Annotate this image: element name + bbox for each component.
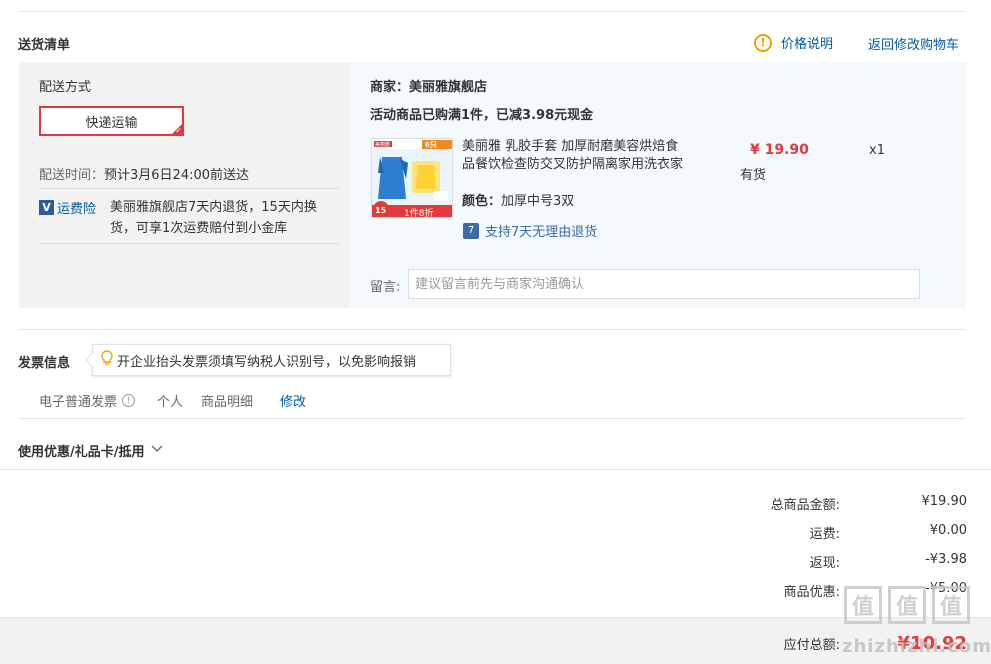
shipping-option-label: 快递运输 (85, 115, 138, 131)
product-price: ¥ 19.90 (750, 142, 809, 158)
summary-row-cashback: 返现: -¥3.98 (700, 552, 967, 581)
insurance-text-line2: 货，可享1次运费赔付到小金库 (110, 221, 288, 236)
note-input[interactable] (408, 269, 920, 299)
chevron-down-icon (151, 442, 163, 457)
product-title-line2: 品餐饮检查防交叉防护隔离家用洗衣家 (462, 157, 684, 172)
return-icon: 7 (463, 222, 479, 239)
product-title-line1: 美丽雅 乳胶手套 加厚耐磨美容烘焙食 (462, 139, 679, 154)
invoice-edit-link[interactable]: 修改 (280, 391, 306, 410)
product-quantity: x1 (869, 143, 885, 158)
merchant-label: 商家： (370, 80, 410, 95)
invoice-tip: 开企业抬头发票须填写纳税人识别号，以免影响报销 (84, 344, 451, 376)
delivery-time-value: 预计3月6日24:00前送达 (104, 168, 250, 183)
shipping-divider-1 (39, 188, 339, 189)
summary-value: ¥19.90 (921, 494, 968, 509)
shield-icon: V (39, 200, 54, 215)
insurance-text: 美丽雅旗舰店7天内退货，15天内换 货，可享1次运费赔付到小金库 (110, 197, 317, 239)
summary-value: ¥0.00 (929, 523, 967, 538)
coupon-title: 使用优惠/礼品卡/抵用 (18, 445, 145, 460)
product-title[interactable]: 美丽雅 乳胶手套 加厚耐磨美容烘焙食 品餐饮检查防交叉防护隔离家用洗衣家 (462, 138, 722, 174)
back-to-cart-link[interactable]: 返回修改购物车 (868, 34, 959, 53)
return-policy[interactable]: 7 支持7天无理由退货 (463, 221, 597, 240)
invoice-section-title: 发票信息 (18, 356, 71, 371)
delivery-time-row: 配送时间：预计3月6日24:00前送达 (39, 164, 249, 183)
invoice-divider-top (18, 329, 966, 330)
shipping-panel (19, 62, 350, 308)
merchant-row: 商家：美丽雅旗舰店 (370, 76, 487, 95)
warning-icon: ! (754, 33, 772, 52)
invoice-tip-text: 开企业抬头发票须填写纳税人识别号，以免影响报销 (117, 354, 417, 370)
summary-label: 运费: (809, 527, 840, 542)
summary-value: -¥3.98 (925, 552, 967, 567)
watermark-glyph: 值 (888, 586, 926, 624)
coupon-toggle[interactable]: 使用优惠/礼品卡/抵用 (18, 441, 163, 460)
coupon-divider (18, 418, 966, 419)
product-color-label: 颜色： (462, 194, 502, 209)
product-thumbnail[interactable]: 美丽雅 6只 15 1件8折 (371, 138, 453, 218)
watermark-site: zhizhizhi.com (842, 636, 991, 657)
shipping-divider-2 (39, 243, 339, 244)
product-color-row: 颜色：加厚中号3双 (462, 190, 574, 209)
total-label: 应付总额: (783, 638, 840, 653)
shipping-option-express[interactable]: 快递运输 ✓ (39, 106, 184, 136)
summary-row-shipping: 运费: ¥0.00 (700, 523, 967, 552)
price-note-link[interactable]: ! 价格说明 (754, 33, 833, 52)
summary-row-goods: 总商品金额: ¥19.90 (700, 494, 967, 523)
insurance-text-line1: 美丽雅旗舰店7天内退货，15天内换 (110, 200, 317, 215)
top-divider (18, 11, 966, 12)
summary-label: 总商品金额: (770, 498, 840, 513)
thumb-count: 15 (375, 206, 387, 215)
delivery-time-label: 配送时间： (39, 168, 105, 183)
watermark-glyph: 值 (844, 586, 882, 624)
invoice-type: 电子普通发票 (39, 395, 118, 410)
product-stock: 有货 (740, 168, 767, 183)
check-icon: ✓ (175, 126, 182, 135)
insurance-badge[interactable]: V 运费险 (39, 198, 96, 217)
shipping-method-title: 配送方式 (39, 80, 92, 95)
summary-label: 返现: (809, 556, 840, 571)
lightbulb-icon (101, 350, 113, 370)
price-note-label: 价格说明 (781, 37, 834, 52)
summary-divider (0, 469, 991, 470)
delivery-section-title: 送货清单 (18, 38, 71, 53)
thumb-tag: 6只 (425, 141, 437, 149)
tip-arrow (84, 352, 100, 368)
thumb-badge: 1件8折 (404, 209, 434, 218)
summary-label: 商品优惠: (783, 585, 840, 600)
merchant-name: 美丽雅旗舰店 (409, 80, 488, 95)
info-icon[interactable]: ! (122, 394, 136, 407)
insurance-label: 运费险 (57, 202, 97, 217)
watermark-glyph: 值 (932, 586, 970, 624)
watermark-logo: 值 值 值 (844, 586, 970, 624)
product-color-value: 加厚中号3双 (501, 194, 575, 209)
invoice-details: 电子普通发票 ! 个人 商品明细 修改 (39, 391, 306, 410)
return-policy-label: 支持7天无理由退货 (485, 225, 598, 240)
promo-text: 活动商品已购满1件，已减3.98元现金 (370, 108, 594, 123)
thumb-brand: 美丽雅 (375, 142, 391, 148)
note-label: 留言: (370, 280, 401, 295)
invoice-content: 商品明细 (201, 395, 254, 410)
invoice-header: 个人 (157, 395, 184, 410)
